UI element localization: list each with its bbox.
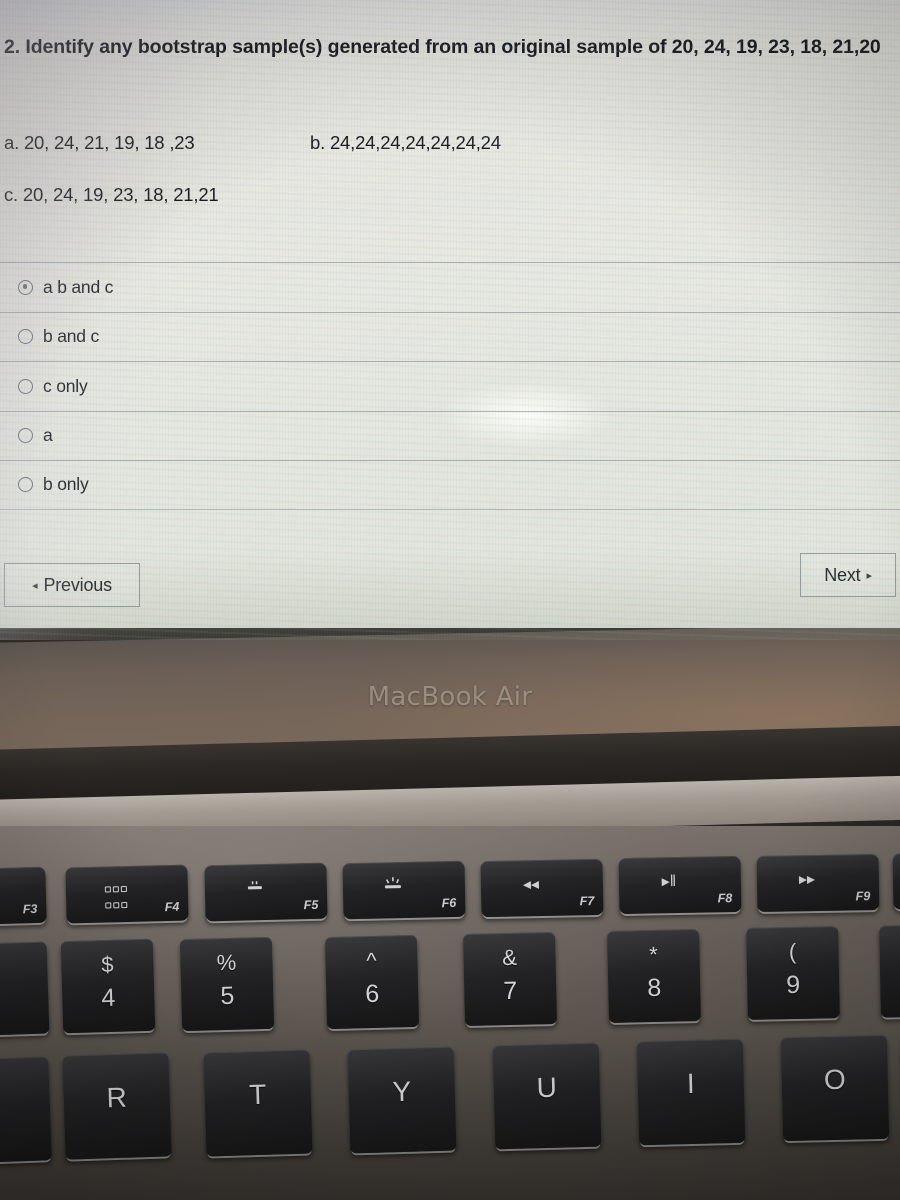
key-label: F6	[441, 895, 457, 911]
key-label: Y	[391, 1075, 412, 1108]
key-f6[interactable]: F6	[342, 860, 466, 920]
key-shift-label: (	[788, 938, 797, 965]
keyboard-brightness-down-icon	[205, 877, 305, 896]
previous-button-label: Previous	[43, 574, 112, 595]
keyboard-deck: ❐ F3 F4 F5	[0, 826, 900, 1200]
key-label: F7	[579, 894, 595, 909]
question-text: 2. Identify any bootstrap sample(s) gene…	[4, 36, 881, 58]
chevron-left-icon: ◂	[32, 579, 38, 592]
launchpad-grid-icon	[66, 879, 167, 913]
key-e-partial[interactable]	[0, 1056, 52, 1164]
key-6[interactable]: ^ 6	[324, 934, 420, 1030]
choice-c: c. 20, 24, 19, 23, 18, 21,21	[4, 184, 219, 205]
key-label: F9	[855, 889, 871, 904]
key-9[interactable]: ( 9	[746, 926, 840, 1020]
key-f3[interactable]: ❐ F3	[0, 866, 47, 926]
key-shift-label: $	[100, 951, 114, 978]
mission-control-icon: ❐	[0, 881, 24, 900]
key-label: T	[248, 1078, 267, 1111]
laptop-photo: 2. Identify any bootstrap sample(s) gene…	[0, 0, 900, 1200]
key-f8[interactable]: ▸‖ F8	[618, 855, 742, 915]
answer-label: c only	[43, 375, 88, 396]
key-t[interactable]: T	[203, 1049, 313, 1157]
radio-button[interactable]	[18, 378, 33, 394]
choice-row: a. 20, 24, 21, 19, 18 ,23 b. 24,24,24,24…	[4, 132, 884, 184]
radio-button[interactable]	[18, 329, 33, 345]
keyboard-brightness-up-icon	[343, 875, 443, 896]
quiz-navigation: ◂ Previous Next ▸	[0, 553, 900, 609]
answer-option-1[interactable]: a b and c	[0, 262, 900, 312]
key-f10-partial[interactable]	[892, 852, 900, 910]
answer-label: b only	[43, 474, 89, 495]
key-shift-label: %	[216, 949, 237, 976]
key-7[interactable]: & 7	[462, 931, 558, 1027]
next-button[interactable]: Next ▸	[800, 553, 896, 597]
answer-options: a b and c b and c c only a b only	[0, 262, 900, 510]
choice-a: a. 20, 24, 21, 19, 18 ,23	[4, 132, 195, 153]
key-label: 4	[100, 983, 116, 1013]
radio-button[interactable]	[18, 428, 33, 444]
key-shift-label: &	[501, 944, 518, 971]
key-label: 9	[786, 970, 801, 1000]
key-label: 8	[647, 973, 662, 1003]
key-0-partial[interactable]	[879, 924, 900, 1018]
key-3-partial[interactable]	[0, 941, 50, 1037]
answer-label: b and c	[43, 326, 100, 347]
play-pause-icon: ▸‖	[661, 873, 677, 891]
key-label: 6	[365, 979, 380, 1009]
key-label: 7	[503, 976, 518, 1006]
key-8[interactable]: * 8	[607, 929, 701, 1023]
radio-button-selected[interactable]	[18, 279, 33, 295]
key-label: F8	[717, 891, 733, 906]
key-shift-label: *	[649, 941, 659, 968]
choice-row: c. 20, 24, 19, 23, 18, 21,21	[4, 184, 884, 236]
key-f9[interactable]: ▸▸ F9	[756, 854, 880, 912]
key-f5[interactable]: F5	[204, 862, 328, 922]
key-y[interactable]: Y	[347, 1046, 457, 1154]
answer-option-2[interactable]: b and c	[0, 311, 900, 362]
key-label: U	[536, 1071, 558, 1104]
previous-button[interactable]: ◂ Previous	[4, 563, 140, 607]
key-label: I	[686, 1067, 696, 1100]
key-r[interactable]: R	[62, 1052, 172, 1160]
answer-option-5[interactable]: b only	[0, 460, 900, 510]
radio-button[interactable]	[18, 477, 33, 493]
key-f4[interactable]: F4	[65, 864, 189, 924]
key-u[interactable]: U	[492, 1042, 602, 1150]
key-o[interactable]: O	[780, 1034, 890, 1142]
key-4[interactable]: $ 4	[60, 938, 156, 1034]
answer-label: a	[43, 425, 53, 446]
choice-b: b. 24,24,24,24,24,24,24	[310, 132, 501, 153]
key-label: F4	[164, 899, 180, 915]
key-f7[interactable]: ◂◂ F7	[480, 858, 604, 918]
answer-option-4[interactable]: a	[0, 410, 900, 461]
answer-label: a b and c	[43, 276, 114, 297]
laptop-screen: 2. Identify any bootstrap sample(s) gene…	[0, 0, 900, 640]
key-label: 5	[219, 981, 235, 1011]
rewind-icon: ◂◂	[522, 876, 540, 894]
key-label: F5	[303, 897, 319, 913]
key-shift-label: ^	[365, 947, 377, 974]
key-5[interactable]: % 5	[179, 936, 275, 1032]
chevron-right-icon: ▸	[866, 569, 872, 582]
macbook-air-brand-label: MacBook Air	[367, 682, 533, 712]
answer-option-3[interactable]: c only	[0, 361, 900, 411]
fast-forward-icon: ▸▸	[798, 871, 816, 889]
key-label: O	[823, 1063, 847, 1096]
key-i[interactable]: I	[636, 1038, 746, 1146]
next-button-label: Next	[824, 564, 861, 585]
choice-list: a. 20, 24, 21, 19, 18 ,23 b. 24,24,24,24…	[4, 132, 884, 236]
key-label: R	[106, 1081, 128, 1114]
key-label: F3	[22, 901, 38, 917]
